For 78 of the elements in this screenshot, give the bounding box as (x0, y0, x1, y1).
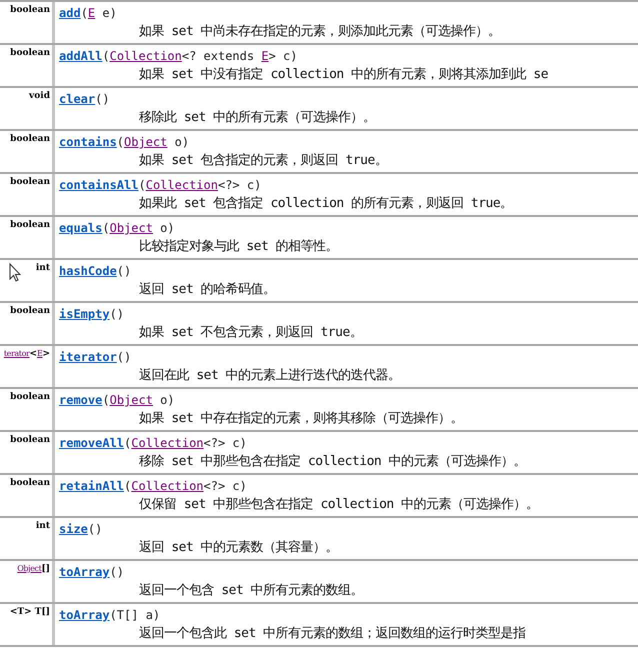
method-description: 返回 set 中的元素数（其容量）。 (138, 539, 338, 557)
method-description: 如果 set 中存在指定的元素，则将其移除（可选操作）。 (138, 410, 464, 428)
method-description: 返回 set 的哈希码值。 (138, 281, 276, 299)
method-link[interactable]: isEmpty (59, 307, 110, 321)
return-type: boolean (10, 392, 50, 402)
method-link[interactable]: remove (59, 393, 102, 407)
method-link[interactable]: toArray (59, 608, 110, 622)
signature-text: ( (124, 479, 132, 493)
method-link[interactable]: contains (59, 135, 117, 149)
signature-text: ( (80, 6, 88, 20)
method-link[interactable]: removeAll (59, 436, 124, 450)
return-type: int (36, 521, 50, 531)
method-description: 如果 set 包含指定的元素，则返回 true。 (138, 152, 388, 170)
method-link[interactable]: retainAll (59, 479, 124, 493)
signature-text: ( (102, 393, 110, 407)
method-description: 移除 set 中那些包含在指定 collection 中的元素（可选操作）。 (138, 453, 526, 471)
signature-text: > c) (268, 49, 298, 63)
type-link[interactable]: E (88, 6, 96, 20)
return-type: void (29, 91, 50, 101)
signature-text: <?> c) (204, 479, 247, 493)
method-description: 如果 set 中没有指定 collection 中的所有元素，则将其添加到此 se (138, 66, 548, 84)
method-link[interactable]: size (59, 522, 88, 536)
return-type: boolean (10, 48, 50, 58)
method-description: 返回一个包含此 set 中所有元素的数组；返回数组的运行时类型是指 (138, 625, 526, 643)
method-description: 如果 set 中尚未存在指定的元素，则添加此元素（可选操作）。 (138, 23, 501, 41)
method-link[interactable]: add (59, 6, 81, 20)
method-description: 移除此 set 中的所有元素（可选操作）。 (138, 109, 376, 127)
return-type: <T> T[] (10, 607, 50, 617)
type-link[interactable]: Object (124, 135, 168, 149)
method-link[interactable]: addAll (59, 49, 102, 63)
signature-text: o) (159, 221, 175, 235)
type-link[interactable]: Collection (110, 49, 182, 63)
method-link[interactable]: hashCode (59, 264, 117, 278)
signature-text: ( (138, 178, 146, 192)
type-link[interactable]: Collection (146, 178, 218, 192)
method-description: 仅保留 set 中那些包含在指定 collection 中的元素（可选操作）。 (138, 496, 539, 514)
method-link[interactable]: containsAll (59, 178, 138, 192)
signature-text: e) (101, 6, 117, 20)
signature-text: () (110, 565, 124, 579)
method-description: 返回一个包含 set 中所有元素的数组。 (138, 582, 364, 600)
return-type: int (36, 263, 50, 273)
method-link[interactable]: clear (59, 92, 96, 106)
signature-text: () (116, 264, 132, 278)
method-description: 如果此 set 包含指定 collection 的所有元素，则返回 true。 (138, 195, 513, 213)
signature-text: () (110, 307, 124, 321)
signature-text: ( (116, 135, 124, 149)
signature-text: (T[] a) (110, 608, 160, 622)
type-link[interactable]: Object (110, 221, 153, 235)
method-link[interactable]: toArray (59, 565, 110, 579)
type-link[interactable]: E (261, 49, 269, 63)
method-description: 比较指定对象与此 set 的相等性。 (138, 238, 338, 256)
method-link[interactable]: equals (59, 221, 102, 235)
signature-text: () (116, 350, 132, 364)
signature-text: <? extends (182, 49, 256, 63)
signature-text: () (95, 92, 110, 106)
type-link[interactable]: Collection (131, 479, 204, 493)
return-type: boolean (10, 220, 50, 230)
method-description: 如果 set 不包含元素，则返回 true。 (138, 324, 362, 342)
type-link[interactable]: Collection (131, 436, 204, 450)
return-type: boolean (10, 435, 50, 445)
signature-text: () (88, 522, 102, 536)
method-description: 返回在此 set 中的元素上进行迭代的迭代器。 (138, 367, 401, 385)
return-type: terator<E> (4, 349, 50, 359)
signature-text: o) (174, 135, 190, 149)
type-link[interactable]: Object (110, 393, 153, 407)
signature-text: <?> c) (218, 178, 262, 192)
signature-text: ( (102, 221, 110, 235)
signature-text: ( (124, 436, 132, 450)
signature-text: o) (159, 393, 175, 407)
return-type: boolean (10, 134, 50, 144)
signature-text: <?> c) (204, 436, 247, 450)
return-type: boolean (10, 177, 50, 187)
return-type: boolean (10, 5, 50, 15)
return-type: boolean (10, 306, 50, 316)
return-type: Object[] (17, 564, 50, 574)
return-type: boolean (10, 478, 50, 488)
method-link[interactable]: iterator (59, 350, 117, 364)
signature-text: ( (102, 49, 110, 63)
